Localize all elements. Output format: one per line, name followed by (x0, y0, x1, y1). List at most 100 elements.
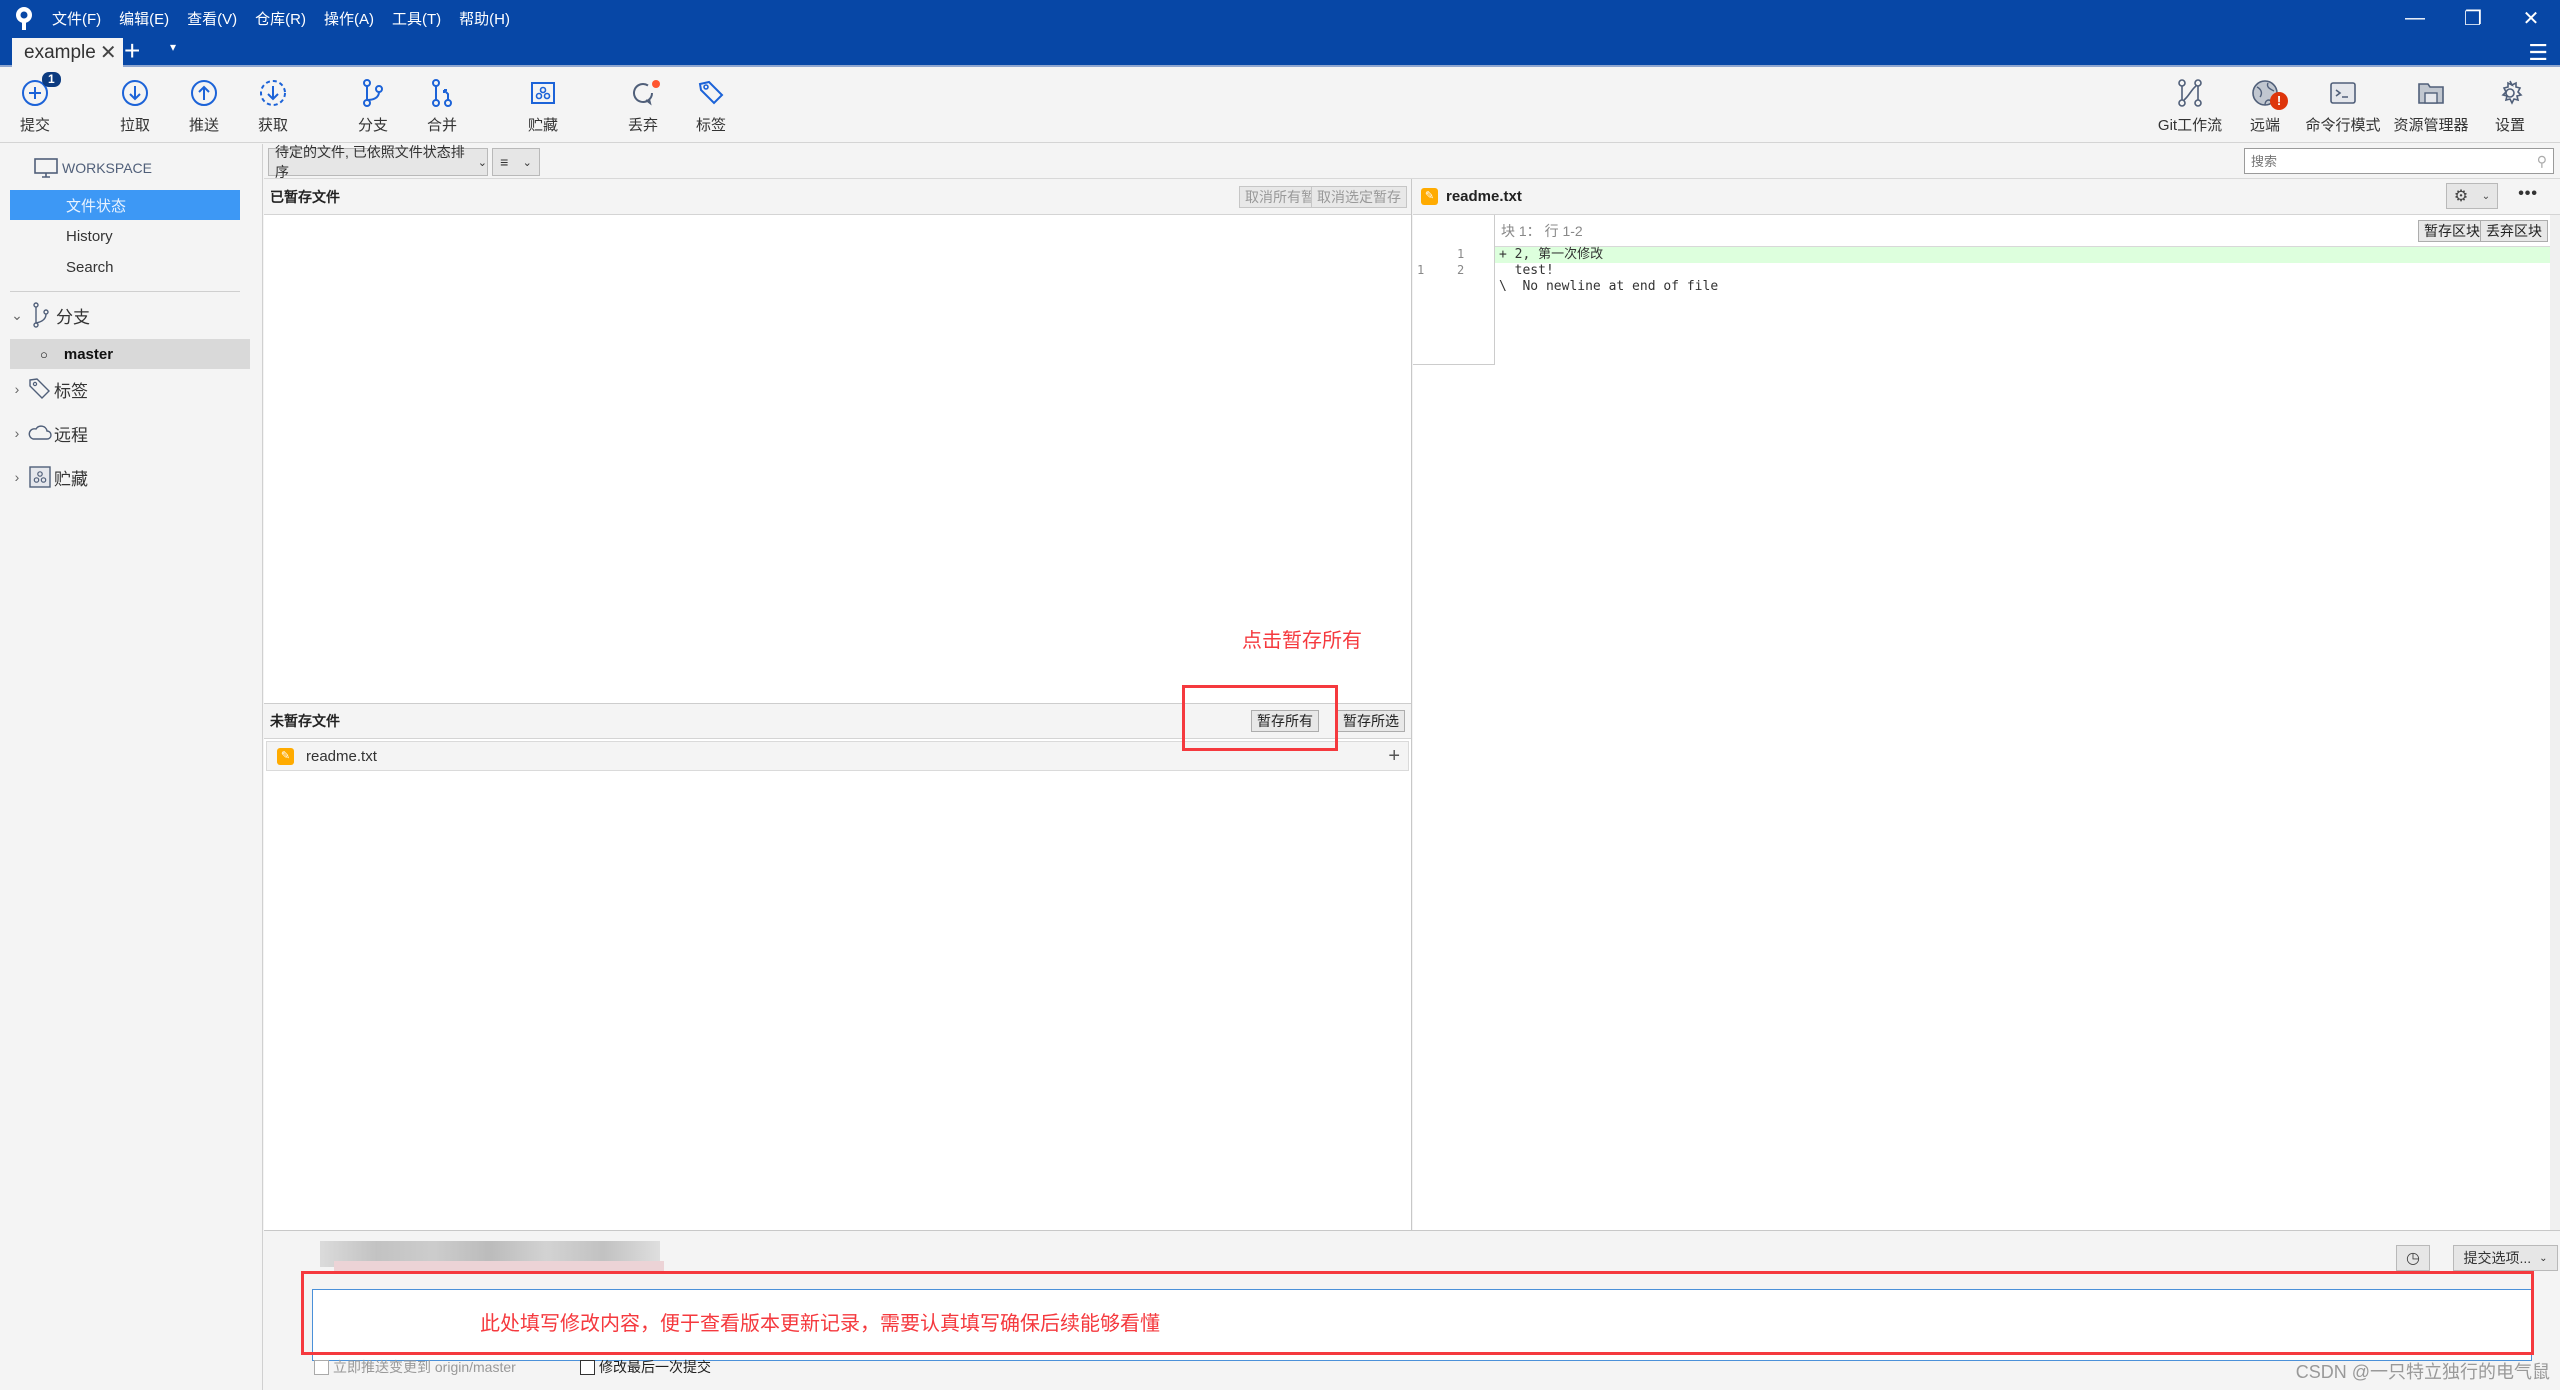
hunk-header: 块 1： 行 1-2 (1495, 215, 2550, 247)
diff-line-meta: \ No newline at end of file (1499, 279, 1719, 294)
annotation-message-hint: 此处填写修改内容，便于查看版本更新记录，需要认真填写确保后续能够看懂 (480, 1313, 1160, 1335)
diff-settings-dropdown[interactable]: ⚙ ⌄ (2446, 183, 2498, 209)
unstaged-file-row[interactable]: ✎ readme.txt + (266, 741, 1409, 771)
stash-icon (29, 466, 51, 488)
new-line-number: 1 (1457, 247, 1465, 261)
chevron-right-icon: › (14, 425, 20, 441)
amend-last-commit-checkbox[interactable]: 修改最后一次提交 (580, 1357, 711, 1377)
tab-label: example (24, 41, 96, 63)
settings-button[interactable]: 设置 (2475, 78, 2545, 135)
chevron-down-icon: ⌄ (522, 156, 532, 169)
search-icon: ⚲ (2536, 153, 2547, 169)
sidebar-item-file-status[interactable]: 文件状态 (10, 190, 240, 220)
cloud-icon (28, 425, 52, 440)
menu-tools[interactable]: 工具(T) (392, 8, 441, 29)
title-bar: 文件(F) 编辑(E) 查看(V) 仓库(R) 操作(A) 工具(T) 帮助(H… (0, 0, 2560, 67)
list-view-icon: ≡ (500, 154, 509, 170)
sidebar-section-tags[interactable]: › 标签 (8, 374, 238, 404)
menu-actions[interactable]: 操作(A) (324, 8, 374, 29)
unstage-selected-button[interactable]: 取消选定暂存 (1311, 186, 1407, 208)
sidebar-section-branches[interactable]: ⌄ 分支 (8, 300, 238, 330)
old-line-number: 1 (1417, 263, 1425, 277)
push-button[interactable]: 推送 (169, 78, 239, 135)
window-controls: — ❐ ✕ (2386, 0, 2560, 36)
tag-icon (29, 378, 50, 399)
pull-button[interactable]: 拉取 (100, 78, 170, 135)
stage-hunk-button[interactable]: 暂存区块 (2418, 220, 2486, 242)
chevron-down-icon: ⌄ (2481, 190, 2491, 202)
diff-file-header: ✎ readme.txt (1413, 179, 2560, 215)
diff-scrollbar[interactable] (2550, 215, 2560, 1230)
sidebar-item-history[interactable]: History (10, 221, 240, 251)
gitflow-button[interactable]: Git工作流 (2155, 78, 2225, 135)
sourcetree-logo-icon (16, 7, 32, 30)
chevron-down-icon: ⌄ (2539, 1252, 2548, 1264)
tab-close-icon[interactable]: ✕ (100, 40, 117, 65)
diff-line-context[interactable]: test! (1495, 263, 2550, 279)
minimize-button[interactable]: — (2386, 0, 2444, 36)
menu-file[interactable]: 文件(F) (52, 8, 101, 29)
commit-options-dropdown[interactable]: 提交选项... ⌄ (2453, 1245, 2558, 1271)
view-mode-dropdown[interactable]: ≡ ⌄ (492, 148, 540, 176)
menu-help[interactable]: 帮助(H) (459, 8, 510, 29)
menu-view[interactable]: 查看(V) (187, 8, 237, 29)
modified-file-icon: ✎ (1421, 188, 1438, 205)
commit-button[interactable]: 1 提交 (0, 72, 70, 135)
toolbar: 1 提交 拉取 推送 获取 分支 合并 贮藏 丢弃 标签 Git工作流 ! 远端… (0, 68, 2560, 143)
hamburger-menu-icon[interactable]: ☰ (2528, 40, 2548, 66)
annotation-stage-hint: 点击暂存所有 (1242, 630, 1362, 652)
file-filter-dropdown[interactable]: 待定的文件, 已依照文件状态排序 ⌄ (268, 144, 488, 180)
sidebar-section-stashes[interactable]: › 贮藏 (8, 462, 238, 492)
stage-all-button[interactable]: 暂存所有 (1251, 710, 1319, 732)
gear-icon (2501, 80, 2523, 105)
diff-panel: ✎ readme.txt ⚙ ⌄ ••• 块 1： 行 1-2 暂存区块 丢弃区… (1413, 179, 2560, 1230)
more-options-icon[interactable]: ••• (2518, 185, 2538, 203)
explorer-button[interactable]: 资源管理器 (2394, 78, 2469, 135)
checkbox-box[interactable] (314, 1359, 329, 1375)
push-immediately-checkbox[interactable]: 立即推送变更到 origin/master (314, 1357, 516, 1377)
branch-button[interactable]: 分支 (338, 78, 408, 135)
branch-item-master[interactable]: ○ master (10, 339, 250, 369)
diff-line-added[interactable]: + 2, 第一次修改 (1495, 247, 2550, 263)
discard-hunk-button[interactable]: 丢弃区块 (2480, 220, 2548, 242)
fetch-button[interactable]: 获取 (238, 78, 308, 135)
sidebar-item-search[interactable]: Search (10, 252, 240, 282)
line-number-gutter (1413, 215, 1495, 365)
new-tab-button[interactable]: + (124, 36, 140, 66)
branch-icon (33, 302, 49, 328)
stage-selected-button[interactable]: 暂存所选 (1337, 710, 1405, 732)
arrow-down-circle-icon (122, 80, 148, 106)
menu-edit[interactable]: 编辑(E) (119, 8, 169, 29)
tab-example[interactable]: example ✕ (12, 38, 123, 67)
commit-history-button[interactable]: ◷ (2396, 1245, 2430, 1271)
search-field[interactable]: ⚲ (2244, 148, 2554, 174)
author-info-redacted (334, 1261, 664, 1273)
discard-button[interactable]: 丢弃 (608, 78, 678, 135)
watermark: CSDN @一只特立独行的电气鼠 (2295, 1362, 2550, 1382)
staged-files-list[interactable] (264, 215, 1411, 703)
arrow-up-circle-icon (191, 80, 217, 106)
current-branch-icon: ○ (40, 346, 48, 362)
terminal-button[interactable]: 命令行模式 (2306, 78, 2381, 135)
tag-icon (698, 80, 724, 105)
filter-bar: 待定的文件, 已依照文件状态排序 ⌄ ≡ ⌄ ⚲ (264, 144, 2560, 180)
stage-file-plus-icon[interactable]: + (1388, 745, 1400, 768)
chevron-right-icon: › (14, 469, 20, 485)
tab-dropdown-icon[interactable]: ▾ (170, 40, 176, 54)
checkbox-box[interactable] (580, 1359, 595, 1375)
modified-file-icon: ✎ (277, 747, 294, 765)
restore-button[interactable]: ❐ (2444, 0, 2502, 36)
tag-button[interactable]: 标签 (676, 78, 746, 135)
remote-button[interactable]: ! 远端 (2230, 78, 2300, 135)
menu-repository[interactable]: 仓库(R) (255, 8, 306, 29)
folder-icon (2418, 83, 2444, 104)
search-input[interactable] (2251, 153, 2521, 169)
remote-alert-icon: ! (2270, 92, 2288, 110)
stash-button[interactable]: 贮藏 (508, 78, 578, 135)
merge-button[interactable]: 合并 (407, 78, 477, 135)
close-window-button[interactable]: ✕ (2502, 0, 2560, 36)
stash-icon (531, 82, 555, 104)
new-line-number: 2 (1457, 263, 1465, 277)
sidebar-section-remotes[interactable]: › 远程 (8, 418, 238, 448)
menu-bar: 文件(F) 编辑(E) 查看(V) 仓库(R) 操作(A) 工具(T) 帮助(H… (52, 0, 510, 36)
